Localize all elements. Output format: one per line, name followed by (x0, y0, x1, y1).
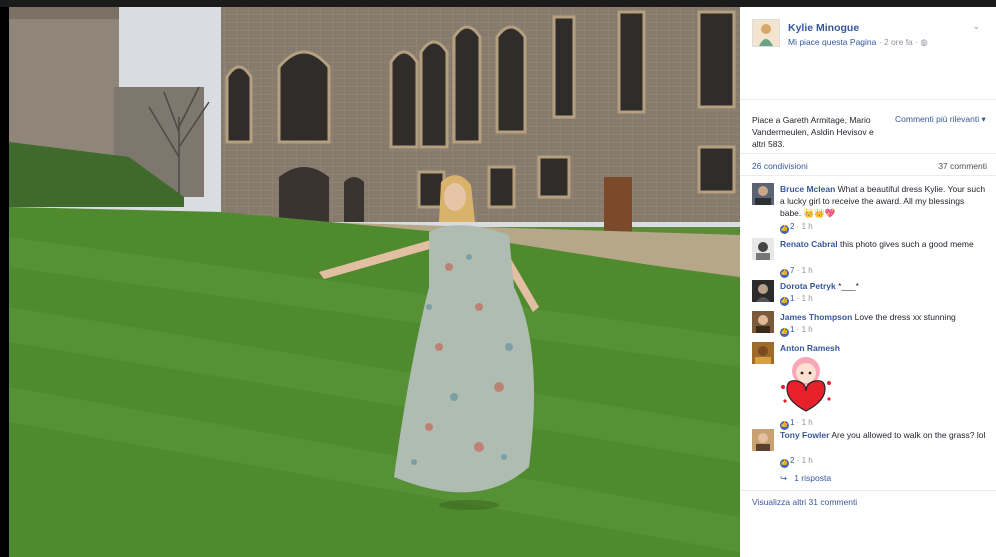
post-photo[interactable] (9, 7, 740, 557)
comment-author[interactable]: Renato Cabral (780, 239, 838, 249)
comment-author[interactable]: Dorota Petryk (780, 281, 836, 291)
avatar[interactable] (752, 238, 774, 260)
comment-time[interactable]: 1 h (802, 266, 813, 275)
comment-body: Tony Fowler Are you allowed to walk on t… (780, 429, 986, 441)
page-avatar[interactable] (752, 19, 780, 47)
post-meta: Mi piace questa Pagina · 2 ore fa · ◍ (788, 37, 928, 47)
avatar[interactable] (752, 280, 774, 302)
view-more-comments-link[interactable]: Visualizza altri 31 commenti (752, 497, 857, 507)
comment-meta: 👍 1 · 1 h (780, 325, 813, 337)
comment-like-count[interactable]: 7 (790, 266, 794, 275)
comments-count[interactable]: 37 commenti (938, 161, 987, 171)
view-replies-link[interactable]: ↪ 1 risposta (780, 473, 831, 484)
comment-author[interactable]: Anton Ramesh (780, 343, 840, 353)
thumbs-up-icon: 👍 (780, 328, 789, 337)
comment-meta: 👍 2 · 1 h (780, 456, 813, 468)
divider (740, 99, 996, 100)
thumbs-up-icon: 👍 (780, 459, 789, 468)
divider (740, 490, 996, 491)
comment-author[interactable]: Bruce Mclean (780, 184, 835, 194)
comment-text: this photo gives such a good meme (840, 239, 974, 249)
reply-count: 1 risposta (794, 473, 832, 483)
globe-icon: ◍ (920, 37, 928, 47)
comment-like-count[interactable]: 2 (790, 456, 794, 465)
comment-like-count[interactable]: 1 (790, 325, 794, 334)
comment-text: *___* (838, 281, 859, 291)
comment-text: Love the dress xx stunning (854, 312, 956, 322)
comment-body: Renato Cabral this photo gives such a go… (780, 238, 986, 250)
comment-like-count[interactable]: 2 (790, 222, 794, 231)
avatar[interactable] (752, 342, 774, 364)
heart-hug-sticker[interactable] (777, 353, 835, 413)
like-page-link[interactable]: Mi piace questa Pagina (788, 37, 876, 47)
comment-time[interactable]: 1 h (802, 325, 813, 334)
comment-sort-dropdown[interactable]: Commenti più rilevanti ▾ (895, 114, 986, 125)
thumbs-up-icon: 👍 (780, 225, 789, 234)
likes-summary[interactable]: Piace a Gareth Armitage, Mario Vandermeu… (752, 114, 882, 150)
comment-body: Dorota Petryk *___* (780, 280, 986, 292)
divider (740, 175, 996, 176)
caret-down-icon: ▾ (981, 114, 986, 124)
comment-like-count[interactable]: 1 (790, 418, 794, 427)
chevron-down-icon[interactable]: ⌄ (972, 21, 980, 32)
comment-body: James Thompson Love the dress xx stunnin… (780, 311, 986, 323)
post-time[interactable]: 2 ore fa (884, 37, 913, 47)
avatar[interactable] (752, 429, 774, 451)
shares-link[interactable]: 26 condivisioni (752, 161, 808, 171)
post-header: Kylie Minogue Mi piace questa Pagina · 2… (752, 19, 988, 59)
comment-meta: 👍 2 · 1 h (780, 222, 813, 234)
comment-like-count[interactable]: 1 (790, 294, 794, 303)
post-side-panel: Kylie Minogue Mi piace questa Pagina · 2… (740, 7, 996, 557)
comment-meta: 👍 1 · 1 h (780, 294, 813, 306)
comment-time[interactable]: 1 h (802, 456, 813, 465)
comment-meta: 👍 7 · 1 h (780, 266, 813, 278)
divider (740, 153, 996, 154)
comment-text: Are you allowed to walk on the grass? lo… (831, 430, 986, 440)
comment-time[interactable]: 1 h (802, 222, 813, 231)
castle-lawn-scene (9, 7, 740, 557)
comment-sort-label: Commenti più rilevanti (895, 114, 980, 124)
avatar[interactable] (752, 311, 774, 333)
avatar[interactable] (752, 183, 774, 205)
comment-time[interactable]: 1 h (802, 418, 813, 427)
comment-author[interactable]: James Thompson (780, 312, 852, 322)
comment-time[interactable]: 1 h (802, 294, 813, 303)
comment-author[interactable]: Tony Fowler (780, 430, 829, 440)
page-name-link[interactable]: Kylie Minogue (788, 22, 859, 34)
thumbs-up-icon: 👍 (780, 269, 789, 278)
thumbs-up-icon: 👍 (780, 297, 789, 306)
top-strip (0, 0, 996, 7)
reply-arrow-icon: ↪ (780, 473, 788, 483)
comment-body: Bruce Mclean What a beautiful dress Kyli… (780, 183, 986, 219)
